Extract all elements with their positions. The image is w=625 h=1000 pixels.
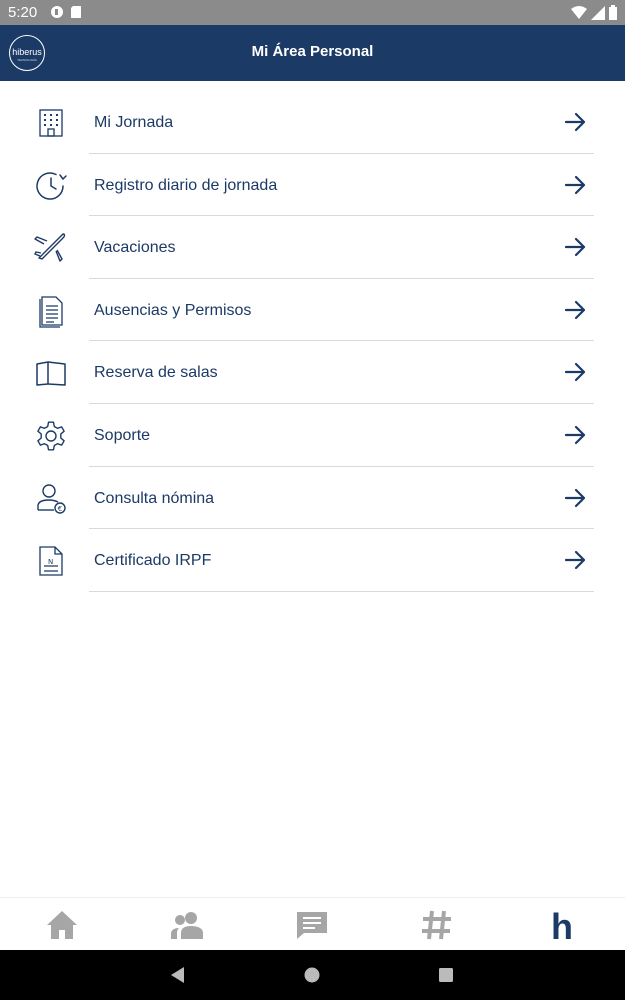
menu-list: Mi Jornada Registro diario de jornada Va…	[0, 91, 625, 592]
menu-item-mi-jornada[interactable]: Mi Jornada	[0, 91, 625, 154]
menu-item-registro-diario[interactable]: Registro diario de jornada	[0, 154, 625, 217]
signal-icon	[591, 5, 605, 20]
svg-text:€: €	[58, 505, 62, 513]
home-circle-icon[interactable]	[302, 965, 322, 985]
arrow-right-icon	[564, 112, 586, 132]
svg-text:h: h	[551, 907, 573, 943]
menu-item-label: Ausencias y Permisos	[94, 301, 252, 319]
divider	[89, 590, 594, 592]
back-icon[interactable]	[168, 965, 188, 985]
arrow-right-icon	[564, 238, 586, 257]
arrow-right-icon	[564, 363, 586, 382]
arrow-right-icon	[564, 425, 586, 445]
building-icon	[39, 109, 63, 137]
home-icon[interactable]	[44, 907, 80, 943]
hashtag-icon[interactable]	[419, 907, 455, 943]
system-navigation-bar	[0, 950, 625, 1000]
menu-item-ausencias[interactable]: Ausencias y Permisos	[0, 279, 625, 342]
menu-item-reserva-salas[interactable]: Reserva de salas	[0, 341, 625, 404]
certificate-icon: N	[39, 546, 63, 576]
page-title: Mi Área Personal	[251, 43, 374, 60]
arrow-right-icon	[564, 488, 586, 507]
wifi-icon	[571, 5, 587, 19]
people-icon[interactable]	[169, 907, 205, 943]
arrow-right-icon	[564, 300, 586, 319]
clock-history-icon	[36, 171, 67, 200]
menu-item-soporte[interactable]: Soporte	[0, 404, 625, 467]
menu-item-certificado-irpf[interactable]: N Certificado IRPF	[0, 529, 625, 592]
bottom-navigation: h	[0, 897, 625, 950]
arrow-right-icon	[564, 175, 586, 194]
arrow-right-icon	[564, 551, 586, 570]
recents-icon[interactable]	[436, 965, 456, 985]
chat-icon[interactable]	[294, 907, 330, 943]
menu-item-label: Mi Jornada	[94, 114, 174, 131]
status-bar: 5:20	[0, 0, 625, 25]
menu-item-consulta-nomina[interactable]: € Consulta nómina	[0, 467, 625, 530]
notification-icon	[51, 6, 63, 18]
document-icon	[39, 296, 63, 328]
gear-icon	[37, 421, 65, 451]
sd-card-icon	[71, 6, 81, 18]
battery-icon	[609, 5, 617, 20]
menu-item-label: Reserva de salas	[94, 364, 218, 382]
app-bar: hiberus TECNOLOGÍA Mi Área Personal	[0, 25, 625, 81]
menu-item-label: Vacaciones	[94, 239, 176, 257]
svg-text:N: N	[48, 558, 53, 566]
menu-item-label: Registro diario de jornada	[94, 176, 278, 194]
menu-item-label: Consulta nómina	[94, 489, 215, 507]
hiberus-h-icon[interactable]: h	[544, 907, 580, 943]
user-euro-icon: €	[37, 483, 66, 514]
map-icon	[36, 361, 66, 387]
status-time: 5:20	[8, 4, 38, 21]
menu-item-label: Soporte	[94, 426, 151, 444]
menu-item-vacaciones[interactable]: Vacaciones	[0, 216, 625, 279]
menu-item-label: Certificado IRPF	[94, 552, 212, 570]
airplane-icon	[34, 233, 66, 262]
